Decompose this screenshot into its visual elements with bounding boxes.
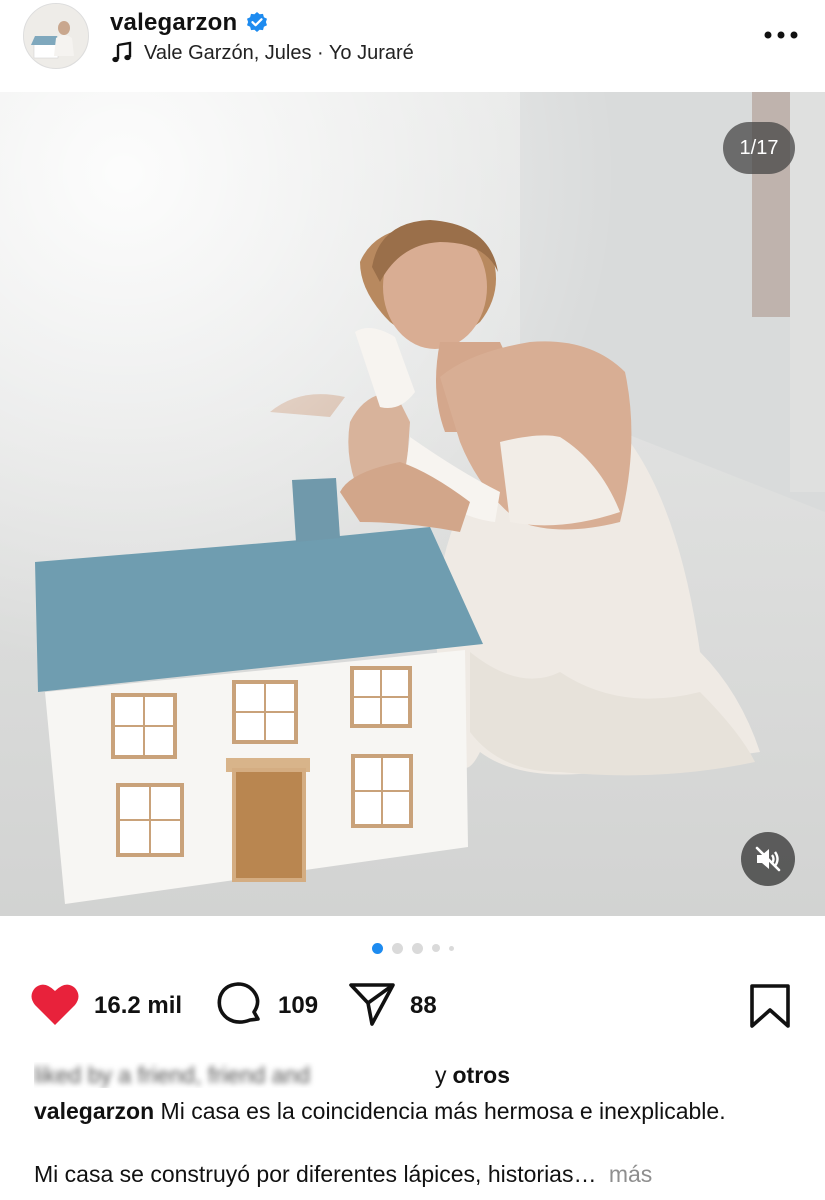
likers-others[interactable]: otros — [453, 1062, 511, 1089]
carousel-dots — [0, 941, 825, 955]
action-bar: 16.2 mil 109 88 — [0, 975, 825, 1037]
mute-icon[interactable] — [741, 832, 795, 886]
music-info[interactable]: Vale Garzón, Jules · Yo Juraré — [110, 40, 414, 66]
carousel-dot — [448, 945, 454, 951]
like-button[interactable]: 16.2 mil — [30, 981, 182, 1031]
more-options-icon[interactable] — [761, 22, 801, 48]
caption-line-2: Mi casa se construyó por diferentes lápi… — [34, 1160, 652, 1189]
more-link[interactable]: más — [609, 1161, 652, 1187]
comment-icon — [216, 980, 264, 1033]
caption: valegarzon Mi casa es la coincidencia má… — [34, 1097, 794, 1126]
like-count: 16.2 mil — [94, 992, 183, 1019]
blurred-likers: liked by a friend, friend and — [34, 1062, 311, 1088]
share-count: 88 — [410, 992, 437, 1019]
post-header: valegarzon Vale Garzón, Jules · Yo Jurar… — [0, 0, 825, 92]
music-label: Vale Garzón, Jules · Yo Juraré — [144, 41, 414, 64]
heart-icon — [30, 981, 80, 1032]
comment-count: 109 — [278, 992, 319, 1019]
comment-button[interactable]: 109 — [216, 981, 318, 1031]
avatar[interactable] — [23, 3, 89, 69]
verified-badge-icon — [245, 11, 269, 35]
carousel-dot — [431, 944, 440, 952]
share-button[interactable]: 88 — [348, 981, 437, 1031]
save-icon[interactable] — [749, 983, 791, 1029]
likers-and: y — [435, 1061, 447, 1088]
share-icon — [348, 981, 396, 1032]
carousel-counter: 1/17 — [723, 122, 795, 174]
caption-username[interactable]: valegarzon — [34, 1098, 154, 1124]
liked-by-line[interactable]: liked by a friend, friend and y otros — [34, 1060, 510, 1090]
caption-continued: Mi casa se construyó por diferentes lápi… — [34, 1161, 597, 1187]
post-photo[interactable]: 1/17 — [0, 92, 825, 916]
carousel-dot — [411, 942, 423, 954]
music-note-icon — [110, 41, 134, 65]
caption-text: Mi casa es la coincidencia más hermosa e… — [160, 1098, 726, 1124]
username[interactable]: valegarzon — [110, 9, 237, 37]
carousel-dot-active — [371, 942, 383, 954]
carousel-dot — [391, 942, 403, 954]
